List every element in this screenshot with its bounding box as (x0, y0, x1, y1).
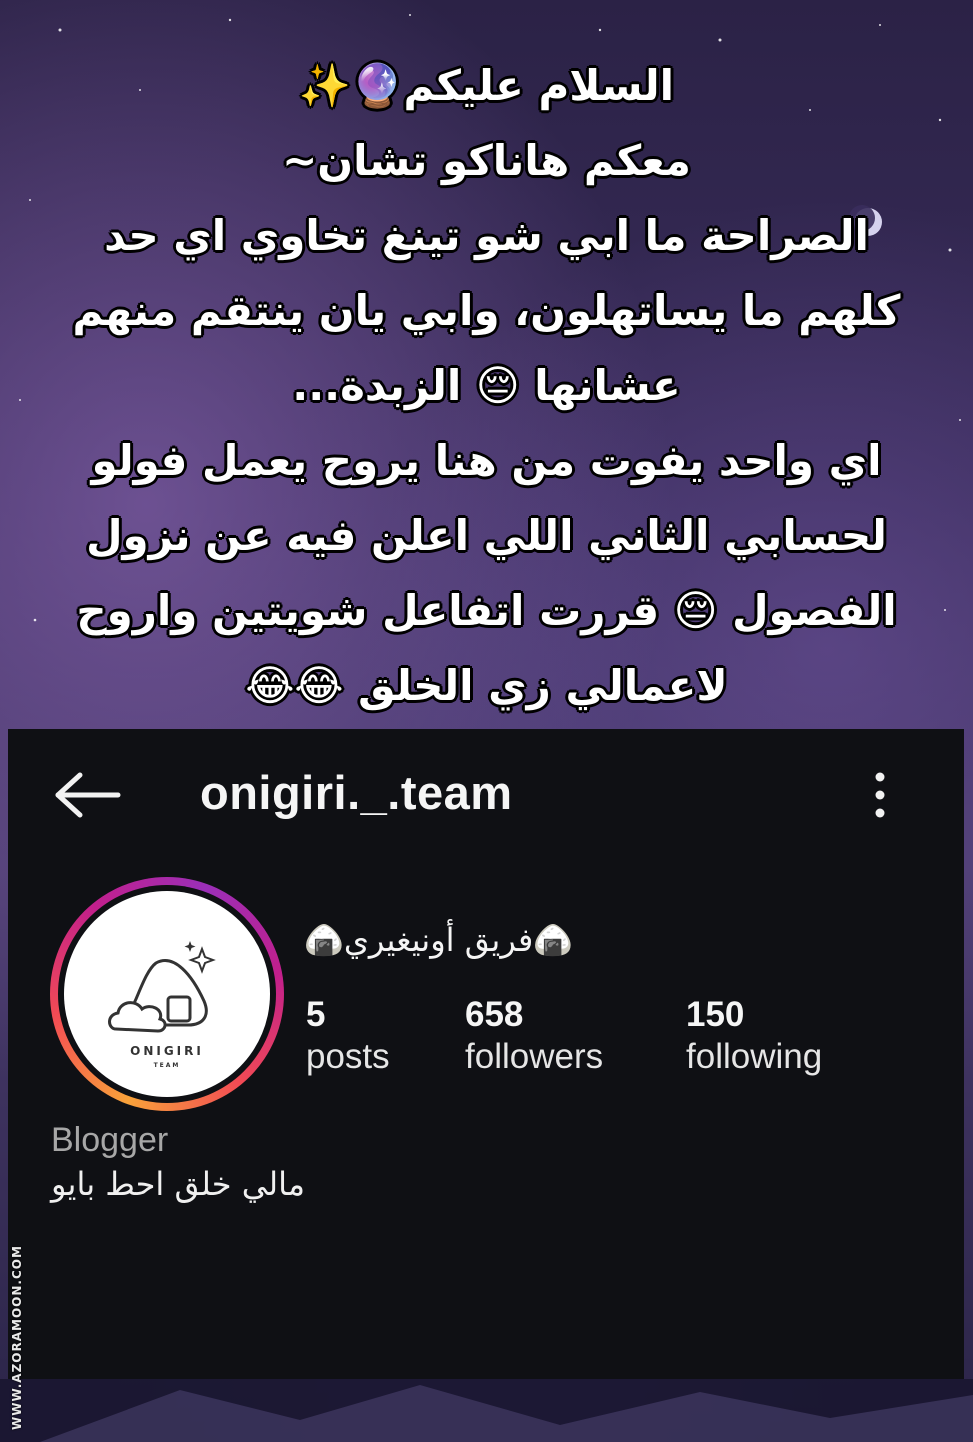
stat-label: followers (465, 1037, 604, 1076)
caption-line: اي واحد يفوت من هنا يروح يعمل فولو (91, 436, 882, 485)
caption-line: عشانها 😔 الزبدة... (292, 361, 681, 410)
caption-line: الفصول 😔 قررت اتفاعل شويتين واروح (76, 586, 897, 635)
profile-bio: مالي خلق احط بايو (51, 1165, 306, 1203)
stat-value: 150 (686, 995, 745, 1034)
followers-count[interactable]: 658 followers (465, 995, 603, 1077)
caption-line: لاعمالي زي الخلق 😂😂 (245, 661, 728, 710)
avatar: ONIGIRI TEAM (64, 891, 270, 1097)
profile-display-name: 🍙فريق أونيغيري🍙 (304, 921, 574, 959)
profile-category: Blogger (51, 1121, 169, 1159)
site-watermark: WWW.AZORAMOON.COM (10, 1245, 24, 1430)
caption-line: لحسابي الثاني اللي اعلن فيه عن نزول (86, 511, 887, 560)
more-options-button[interactable] (864, 769, 896, 821)
caption-line: الصراحة ما ابي شو تينغ تخاوي اي حد (104, 211, 869, 260)
caption-line: كلهم ما يساتهلون، وابي يان ينتقم منهم (72, 286, 901, 335)
onigiri-logo-icon: ONIGIRI TEAM (108, 941, 216, 1069)
caption-line: السلام عليكم🔮✨ (298, 61, 675, 110)
back-button[interactable] (52, 771, 124, 819)
caption-line: معكم هاناكو تشان~ (282, 136, 691, 185)
more-vertical-icon (875, 772, 885, 818)
logo-text: ONIGIRI (130, 1044, 204, 1058)
logo-subtext: TEAM (154, 1062, 181, 1069)
story-ring[interactable]: ONIGIRI TEAM (50, 877, 284, 1111)
stat-value: 5 (306, 995, 326, 1034)
post-caption: السلام عليكم🔮✨ معكم هاناكو تشان~ الصراحة… (40, 48, 933, 723)
profile-username: onigiri._.team (200, 766, 513, 819)
posts-count[interactable]: 5 posts (306, 995, 390, 1077)
stat-label: following (686, 1037, 823, 1076)
following-count[interactable]: 150 following (686, 995, 822, 1077)
profile-header: onigiri._.team (8, 729, 964, 859)
back-arrow-icon (55, 772, 121, 818)
instagram-profile-screenshot: onigiri._.team ONIGIRI TEAM 🍙فريق أونيغي… (8, 729, 964, 1379)
stat-value: 658 (465, 995, 524, 1034)
stat-label: posts (306, 1037, 390, 1076)
